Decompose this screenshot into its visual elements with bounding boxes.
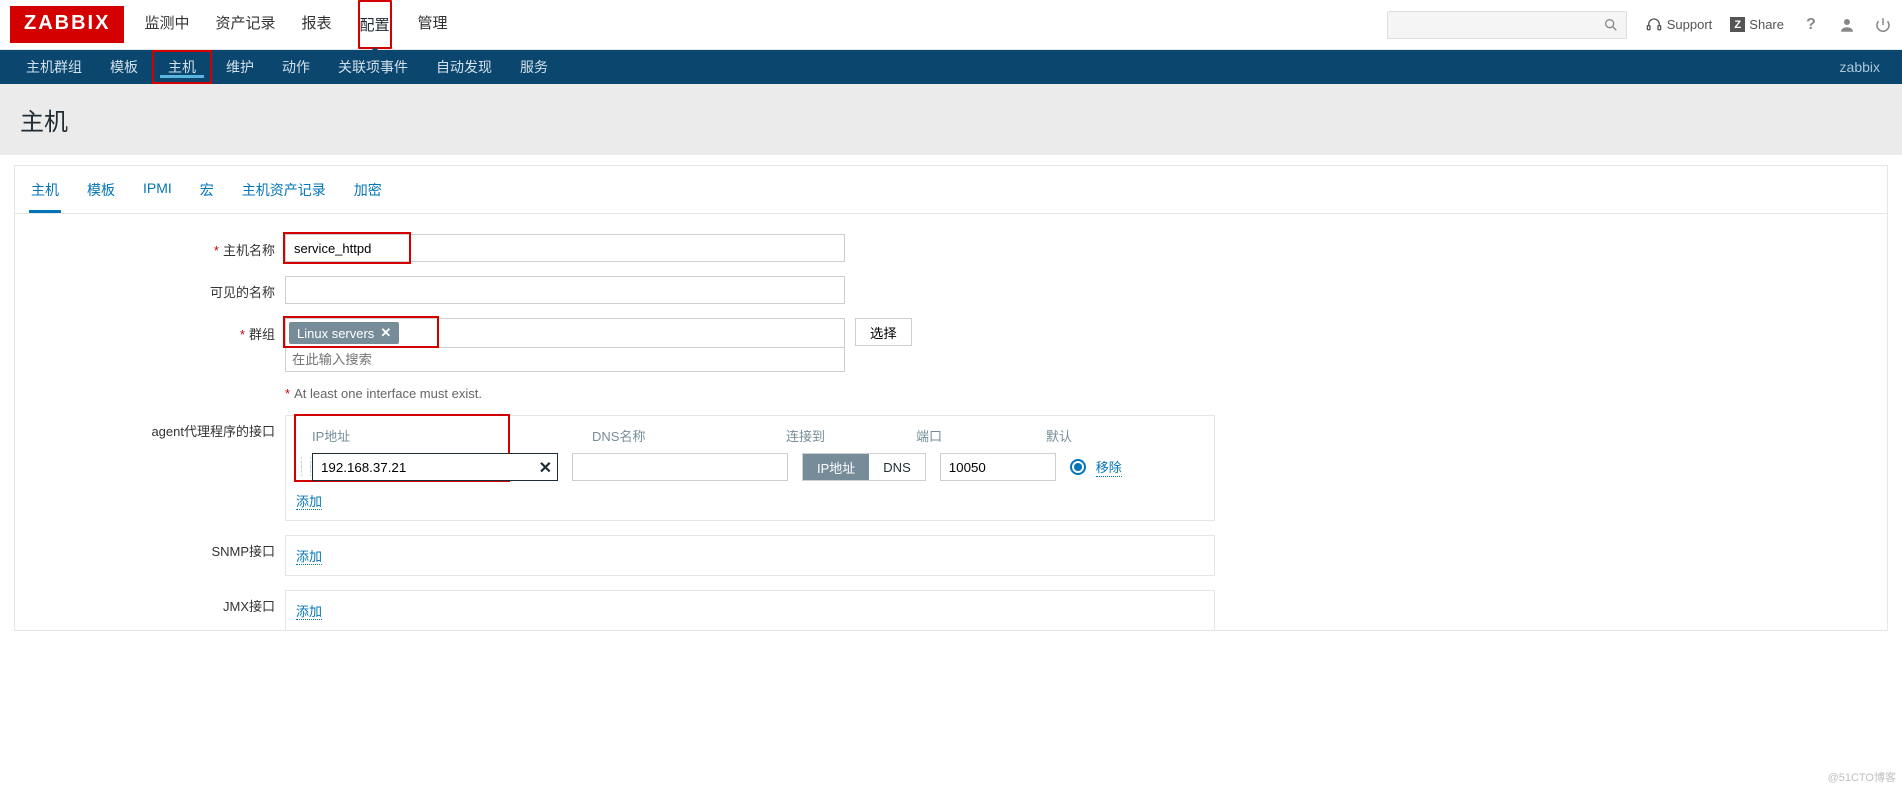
connect-ip[interactable]: IP地址 <box>803 454 869 480</box>
nav-configuration[interactable]: 配置 <box>358 0 392 49</box>
page-title: 主机 <box>0 84 1902 155</box>
add-snmp-interface-link[interactable]: 添加 <box>296 549 322 565</box>
subnav-templates[interactable]: 模板 <box>96 50 152 84</box>
agent-interface-label: agent代理程序的接口 <box>35 415 285 440</box>
nav-reports[interactable]: 报表 <box>301 0 331 49</box>
nav-admin[interactable]: 管理 <box>418 0 448 49</box>
drag-handle-icon[interactable]: ⋮⋮⋮⋮⋮⋮ <box>296 460 308 475</box>
share-link[interactable]: Z Share <box>1730 17 1784 32</box>
jmx-interface-label: JMX接口 <box>35 590 285 615</box>
watermark: @51CTO博客 <box>1828 769 1896 785</box>
clear-ip-icon[interactable]: ✕ <box>539 458 552 478</box>
select-groups-button[interactable]: 选择 <box>855 318 912 346</box>
host-tabs: 主机 模板 IPMI 宏 主机资产记录 加密 <box>15 166 1887 214</box>
connect-dns[interactable]: DNS <box>869 454 924 480</box>
interface-warning: *At least one interface must exist. <box>285 386 482 401</box>
interface-row: ⋮⋮⋮⋮⋮⋮ ✕ IP地址 DNS 移除 <box>296 453 1204 481</box>
ip-input[interactable] <box>312 453 558 481</box>
top-bar: ZABBIX 监测中 资产记录 报表 配置 管理 Support Z Share… <box>0 0 1902 50</box>
default-interface-radio[interactable] <box>1070 459 1086 475</box>
top-nav: 监测中 资产记录 报表 配置 管理 <box>144 0 447 49</box>
tab-host[interactable]: 主机 <box>29 174 61 213</box>
tab-macros[interactable]: 宏 <box>198 174 216 213</box>
host-form: *主机名称 可见的名称 *群组 Linux servers ✕ <box>15 214 1887 630</box>
share-icon: Z <box>1730 17 1745 32</box>
snmp-interface-label: SNMP接口 <box>35 535 285 560</box>
connect-to-toggle: IP地址 DNS <box>802 453 926 481</box>
user-icon[interactable] <box>1838 16 1856 34</box>
subnav-correlation[interactable]: 关联项事件 <box>324 50 422 84</box>
tab-inventory[interactable]: 主机资产记录 <box>240 174 328 213</box>
global-search[interactable] <box>1387 11 1627 39</box>
subnav-hostgroups[interactable]: 主机群组 <box>12 50 96 84</box>
subnav-right: zabbix <box>1830 59 1890 75</box>
hostname-input[interactable] <box>285 234 845 262</box>
groups-search-input[interactable] <box>286 347 844 371</box>
tab-encryption[interactable]: 加密 <box>352 174 384 213</box>
col-ip: IP地址 <box>296 426 556 445</box>
tab-templates[interactable]: 模板 <box>85 174 117 213</box>
jmx-interface-box: 添加 <box>285 590 1215 630</box>
host-card: 主机 模板 IPMI 宏 主机资产记录 加密 *主机名称 可见的名称 *群组 <box>14 165 1888 631</box>
visible-name-input[interactable] <box>285 276 845 304</box>
search-icon <box>1602 16 1620 34</box>
col-def: 默认 <box>1046 426 1106 445</box>
visible-name-label: 可见的名称 <box>35 276 285 301</box>
col-conn: 连接到 <box>786 426 916 445</box>
hostname-label: *主机名称 <box>35 234 285 259</box>
col-dns: DNS名称 <box>556 426 786 445</box>
add-agent-interface-link[interactable]: 添加 <box>296 494 322 510</box>
power-icon[interactable] <box>1874 16 1892 34</box>
remove-interface-link[interactable]: 移除 <box>1096 457 1122 477</box>
top-right: Support Z Share ? <box>1387 11 1892 39</box>
groups-multiselect[interactable]: Linux servers ✕ <box>285 318 845 372</box>
subnav-services[interactable]: 服务 <box>506 50 562 84</box>
nav-inventory[interactable]: 资产记录 <box>215 0 275 49</box>
help-icon[interactable]: ? <box>1802 16 1820 34</box>
subnav-discovery[interactable]: 自动发现 <box>422 50 506 84</box>
group-tag-linux-servers[interactable]: Linux servers ✕ <box>289 322 399 344</box>
logo: ZABBIX <box>10 6 124 43</box>
port-input[interactable] <box>940 453 1056 481</box>
remove-tag-icon[interactable]: ✕ <box>380 325 391 341</box>
subnav-hosts[interactable]: 主机 <box>152 50 212 84</box>
groups-label: *群组 <box>35 318 285 343</box>
subnav-maintenance[interactable]: 维护 <box>212 50 268 84</box>
subnav-actions[interactable]: 动作 <box>268 50 324 84</box>
add-jmx-interface-link[interactable]: 添加 <box>296 604 322 620</box>
support-link[interactable]: Support <box>1645 16 1713 34</box>
agent-interface-box: IP地址 DNS名称 连接到 端口 默认 ⋮⋮⋮⋮⋮⋮ ✕ <box>285 415 1215 521</box>
snmp-interface-box: 添加 <box>285 535 1215 576</box>
support-icon <box>1645 16 1663 34</box>
tab-ipmi[interactable]: IPMI <box>141 174 174 213</box>
col-port: 端口 <box>916 426 1046 445</box>
nav-monitoring[interactable]: 监测中 <box>144 0 189 49</box>
dns-input[interactable] <box>572 453 788 481</box>
sub-nav: 主机群组 模板 主机 维护 动作 关联项事件 自动发现 服务 zabbix <box>0 50 1902 84</box>
